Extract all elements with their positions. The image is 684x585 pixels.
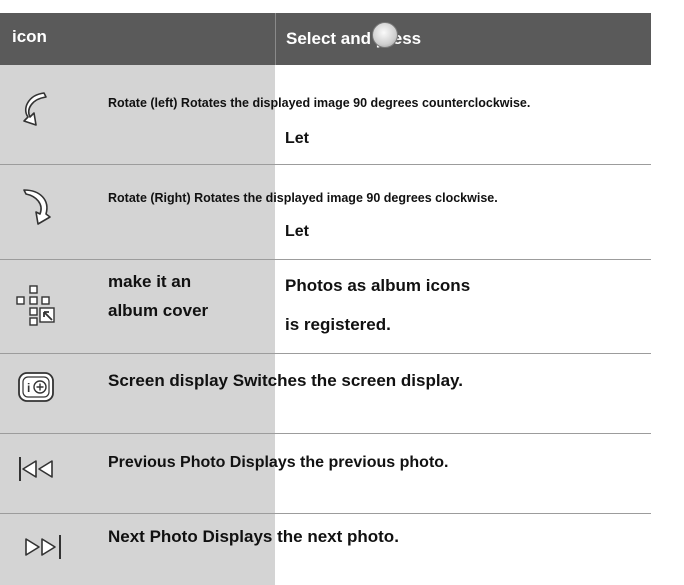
svg-text:i: i (27, 381, 30, 395)
table-row: Next Photo Displays the next photo. (0, 513, 651, 585)
rotate-right-icon (23, 189, 51, 225)
row-name-line1: make it an (108, 272, 192, 291)
row-text: Screen display Switches the screen displ… (108, 371, 463, 390)
table-row: Previous Photo Displays the previous pho… (0, 433, 651, 513)
info-plus-icon: i (18, 372, 54, 402)
row-text: Previous Photo Displays the previous pho… (108, 454, 449, 471)
rotate-left-icon (23, 92, 47, 126)
header-description-column: Select and press (275, 13, 651, 65)
album-cover-icon (16, 285, 55, 326)
control-disc-icon (372, 22, 398, 48)
table-row: Rotate (Right) Rotates the displayed ima… (0, 164, 651, 259)
row-text: Next Photo Displays the next photo. (108, 527, 399, 546)
header-icon-column: icon (0, 13, 275, 65)
row-subtext: Let (285, 130, 309, 147)
row-name-line2: album cover (108, 301, 209, 320)
row-desc-line1: Photos as album icons (285, 276, 471, 295)
row-text: Rotate (left) Rotates the displayed imag… (108, 96, 531, 110)
table-row: make it an album cover Photos as album i… (0, 259, 651, 353)
row-subtext: Let (285, 223, 309, 240)
table-row: Rotate (left) Rotates the displayed imag… (0, 65, 651, 164)
row-text: Rotate (Right) Rotates the displayed ima… (108, 191, 498, 205)
header-description-label: Select and press (286, 29, 422, 48)
previous-icon (19, 457, 53, 481)
table-row: i Screen display Switches the screen dis… (0, 353, 651, 433)
row-desc-line2: is registered. (285, 315, 391, 334)
header-icon-label: icon (12, 27, 47, 46)
next-icon (25, 535, 61, 559)
